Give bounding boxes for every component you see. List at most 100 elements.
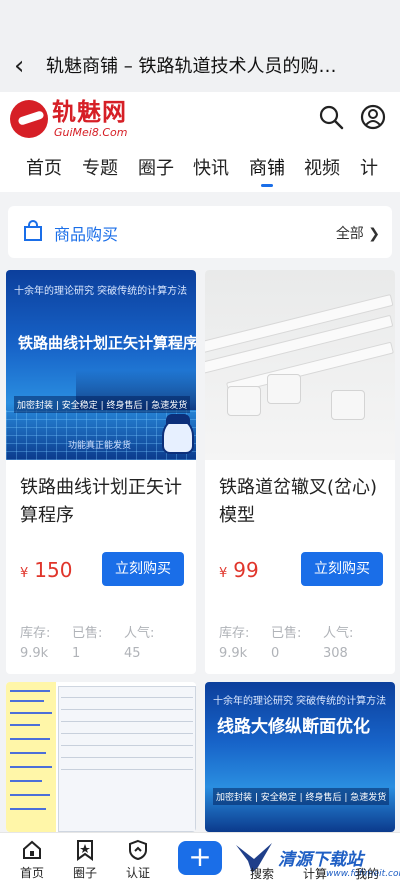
currency-symbol: ¥ — [20, 566, 29, 581]
site-header: 轨魅网 GuiMei8.Com 首页 专题 圈子 快讯 商铺 视频 计 — [0, 92, 400, 192]
image-title: 线路大修纵断面优化 — [217, 717, 370, 737]
section-title: 商品购买 — [54, 225, 119, 244]
block-shape — [267, 374, 301, 404]
image-tagline: 十余年的理论研究 突破传统的计算方法 — [213, 696, 387, 707]
product-price: ¥99 — [219, 558, 259, 582]
buy-now-button[interactable]: 立刻购买 — [301, 552, 383, 586]
text-line — [10, 794, 50, 796]
tab-mine[interactable]: 我的 — [355, 865, 379, 882]
page: ‹ 轨魅商铺 – 铁路轨道技术人员的购… 轨魅网 GuiMei8.Com 首页 … — [0, 0, 400, 889]
table-line — [61, 709, 193, 710]
nav-item-topics[interactable]: 专题 — [82, 154, 118, 180]
page-title: 轨魅商铺 – 铁路轨道技术人员的购… — [46, 56, 337, 77]
nav-item-news[interactable]: 快讯 — [193, 154, 229, 180]
nav-item-video[interactable]: 视频 — [304, 154, 340, 180]
stat-label: 人气: — [124, 626, 155, 641]
stat-stock: 库存: 9.9k — [20, 624, 70, 664]
product-card[interactable]: 十余年的理论研究 突破传统的计算方法 线路大修纵断面优化 加密封装 | 安全稳定… — [205, 682, 395, 832]
product-image[interactable] — [6, 682, 196, 832]
table-line — [61, 697, 193, 698]
image-title: 铁路曲线计划正矢计算程序 — [18, 334, 196, 352]
currency-symbol: ¥ — [219, 566, 228, 581]
stat-popularity: 人气: 308 — [323, 624, 373, 664]
nav-item-home[interactable]: 首页 — [26, 154, 62, 180]
shopping-bag-icon — [24, 220, 42, 241]
back-icon[interactable]: ‹ — [14, 52, 34, 80]
text-line — [10, 724, 40, 726]
nav-item-circle[interactable]: 圈子 — [138, 154, 174, 180]
block-shape — [331, 390, 365, 420]
stat-sold: 已售: 1 — [72, 624, 122, 664]
shield-icon — [129, 839, 147, 861]
mascot-icon — [162, 414, 194, 454]
stat-label: 已售: — [271, 626, 302, 641]
tab-certify[interactable]: 认证 — [118, 839, 158, 881]
product-name[interactable]: 铁路道岔辙叉(岔心)模型 — [219, 474, 387, 530]
price-value: 150 — [34, 558, 73, 582]
image-features: 加密封装 | 安全稳定 | 终身售后 | 急速发货 — [213, 788, 390, 805]
image-features: 加密封装 | 安全稳定 | 终身售后 | 急速发货 — [14, 396, 191, 413]
text-line — [10, 752, 46, 754]
category-nav: 首页 专题 圈子 快讯 商铺 视频 计 — [0, 148, 400, 192]
nav-item-calc[interactable]: 计 — [360, 154, 378, 180]
stat-sold: 已售: 0 — [271, 624, 321, 664]
nav-active-indicator — [261, 184, 273, 187]
text-line — [10, 808, 46, 810]
tab-calculate[interactable]: 计算 — [303, 865, 327, 882]
table-line — [61, 745, 193, 746]
stat-popularity: 人气: 45 — [124, 624, 174, 664]
image-tagline: 十余年的理论研究 突破传统的计算方法 — [14, 286, 188, 297]
logo-mark-icon — [10, 100, 48, 138]
block-shape — [227, 386, 261, 416]
tab-home[interactable]: 首页 — [12, 839, 52, 881]
product-image[interactable]: 十余年的理论研究 突破传统的计算方法 线路大修纵断面优化 加密封装 | 安全稳定… — [205, 682, 395, 832]
table-line — [61, 757, 193, 758]
tab-search[interactable]: 搜索 — [250, 865, 274, 882]
stat-value: 308 — [323, 646, 348, 661]
document-sidebar-decoration — [6, 682, 56, 832]
top-bar: ‹ 轨魅商铺 – 铁路轨道技术人员的购… — [0, 0, 400, 92]
spreadsheet-decoration — [58, 686, 196, 832]
text-line — [10, 700, 44, 702]
text-line — [10, 712, 52, 714]
bottom-tab-bar: 首页 圈子 认证 + 清源下载站 www.fofimeit.com 搜索 计算 … — [0, 832, 400, 889]
table-line — [61, 769, 193, 770]
image-footer: 功能真正能发货 — [68, 441, 132, 451]
stat-value: 0 — [271, 646, 280, 661]
stat-label: 人气: — [323, 626, 354, 641]
stat-value: 9.9k — [20, 646, 49, 661]
bookmark-star-icon — [77, 840, 93, 861]
tab-label: 首页 — [19, 866, 44, 880]
table-line — [61, 733, 193, 734]
table-line — [61, 721, 193, 722]
text-line — [10, 690, 50, 692]
product-name[interactable]: 铁路曲线计划正矢计算程序 — [20, 474, 188, 530]
stat-label: 库存: — [219, 626, 250, 641]
buy-now-button[interactable]: 立刻购买 — [102, 552, 184, 586]
stat-label: 库存: — [20, 626, 51, 641]
search-icon[interactable] — [318, 104, 344, 130]
stat-value: 1 — [72, 646, 81, 661]
section-header: 商品购买 全部 ❯ — [8, 206, 392, 258]
product-card[interactable]: 铁路道岔辙叉(岔心)模型 ¥99 立刻购买 库存: 9.9k 已售: 0 人气: 30… — [205, 270, 395, 674]
stat-value: 45 — [124, 646, 141, 661]
view-all-link[interactable]: 全部 ❯ — [336, 223, 380, 243]
user-icon[interactable] — [360, 104, 386, 130]
stat-value: 9.9k — [219, 646, 248, 661]
text-line — [10, 738, 50, 740]
home-icon — [23, 840, 41, 859]
tab-circle[interactable]: 圈子 — [65, 839, 105, 881]
nav-item-shop[interactable]: 商铺 — [249, 154, 285, 180]
price-value: 99 — [233, 558, 259, 582]
product-image[interactable] — [205, 270, 395, 460]
text-line — [10, 766, 52, 768]
logo-name: 轨魅网 — [52, 98, 127, 126]
tab-label: 圈子 — [72, 866, 97, 880]
product-card[interactable]: 十余年的理论研究 突破传统的计算方法 铁路曲线计划正矢计算程序 加密封装 | 安… — [6, 270, 196, 674]
product-price: ¥150 — [20, 558, 72, 582]
product-card[interactable] — [6, 682, 196, 832]
product-image[interactable]: 十余年的理论研究 突破传统的计算方法 铁路曲线计划正矢计算程序 加密封装 | 安… — [6, 270, 196, 460]
publish-plus-button[interactable]: + — [178, 841, 222, 875]
site-logo[interactable]: 轨魅网 GuiMei8.Com — [10, 98, 160, 139]
stat-label: 已售: — [72, 626, 103, 641]
